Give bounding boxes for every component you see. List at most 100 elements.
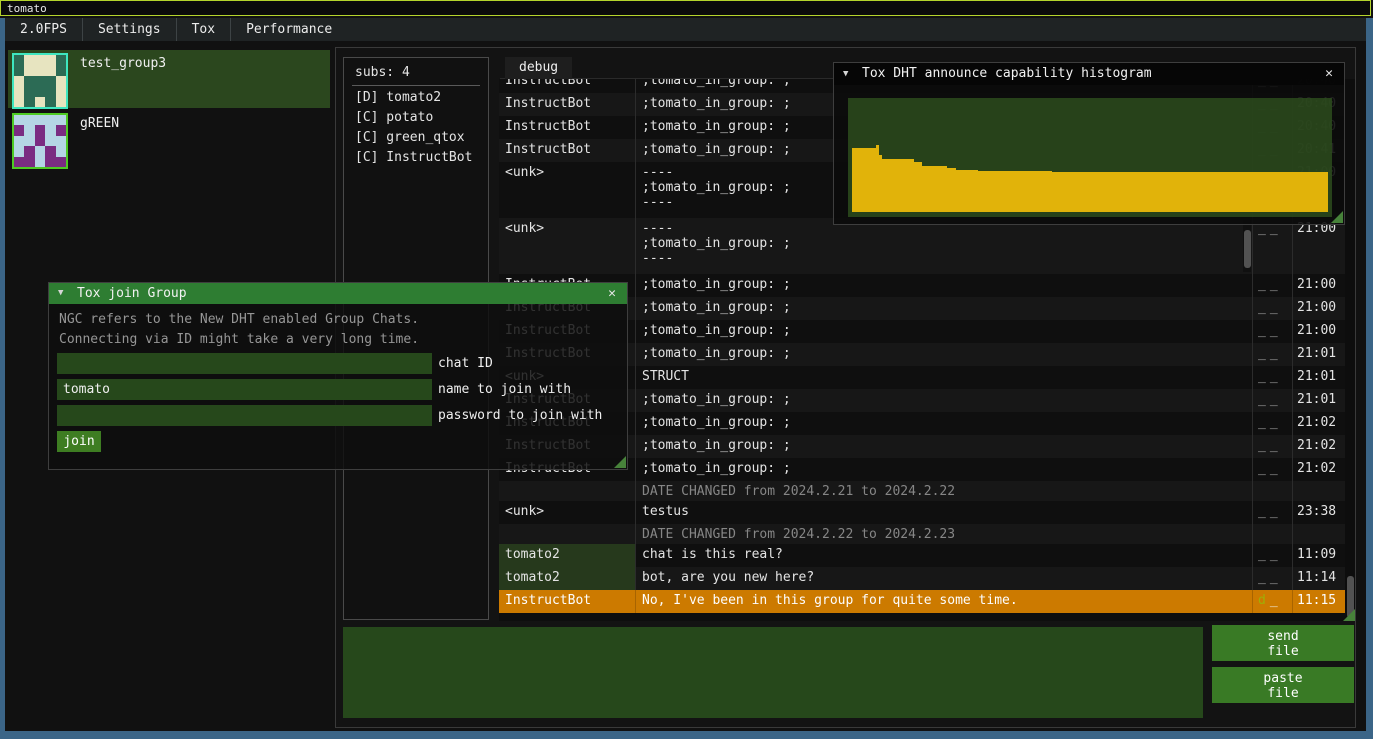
message-time: 11:14 (1292, 567, 1345, 590)
message-sender: tomato2 (499, 567, 635, 590)
message-status: __ (1252, 501, 1292, 524)
message-status: __ (1252, 389, 1292, 412)
subs-member[interactable]: [D] tomato2 (355, 90, 441, 105)
inner-scrollbar-thumb[interactable] (1244, 230, 1251, 268)
histogram-bin (1052, 172, 1328, 212)
message-sender: <unk> (499, 501, 635, 524)
join-password-input[interactable] (57, 405, 432, 426)
message-row[interactable]: <unk>----;tomato_in_group: ;----__21:00 (499, 218, 1345, 274)
date-changed-row[interactable]: DATE CHANGED from 2024.2.21 to 2024.2.22 (499, 481, 1345, 501)
message-status: __ (1252, 567, 1292, 590)
message-sender: tomato2 (499, 544, 635, 567)
message-sender: <unk> (499, 218, 635, 274)
message-status: __ (1252, 218, 1292, 274)
paste-file-button[interactable]: paste file (1212, 667, 1354, 703)
message-text: ;tomato_in_group: ; (635, 297, 1252, 320)
message-time: 23:38 (1292, 501, 1345, 524)
message-text: ;tomato_in_group: ; (635, 412, 1252, 435)
close-icon[interactable]: ✕ (1321, 63, 1337, 85)
subs-member[interactable]: [C] InstructBot (355, 150, 472, 165)
join-group-window[interactable]: ▼ Tox join Group ✕ NGC refers to the New… (48, 282, 628, 470)
group-name: gREEN (80, 116, 119, 131)
join-resize-grip[interactable] (614, 456, 626, 468)
inner-scrollbar-track[interactable] (1243, 220, 1251, 272)
message-row[interactable]: InstructBotNo, I've been in this group f… (499, 590, 1345, 613)
message-time: 21:00 (1292, 297, 1345, 320)
message-text: STRUCT (635, 366, 1252, 389)
histogram-bin (852, 148, 876, 212)
chat-id-input[interactable] (57, 353, 432, 374)
window-titlebar[interactable]: tomato (0, 0, 1371, 16)
message-text: ;tomato_in_group: ; (635, 389, 1252, 412)
message-time: 21:02 (1292, 458, 1345, 481)
histogram-window-titlebar[interactable]: ▼ Tox DHT announce capability histogram … (834, 63, 1344, 85)
collapse-arrow-icon[interactable]: ▼ (843, 63, 848, 85)
menu-item-tox[interactable]: Tox (177, 18, 231, 41)
join-window-title: Tox join Group (77, 283, 187, 304)
messages-resize-grip[interactable] (1343, 609, 1355, 621)
histogram-plot (848, 98, 1332, 217)
message-time: 21:01 (1292, 366, 1345, 389)
menu-item-2-0fps[interactable]: 2.0FPS (5, 18, 83, 41)
message-status: __ (1252, 297, 1292, 320)
message-time: 11:09 (1292, 544, 1345, 567)
message-status (1252, 524, 1292, 544)
group-avatar (12, 53, 68, 109)
frame-right (1366, 18, 1373, 739)
message-text: DATE CHANGED from 2024.2.21 to 2024.2.22 (635, 481, 1252, 501)
date-changed-row[interactable]: DATE CHANGED from 2024.2.22 to 2024.2.23 (499, 524, 1345, 544)
message-row[interactable]: <unk>testus__23:38 (499, 501, 1345, 524)
group-name: test_group3 (80, 56, 166, 71)
histogram-window[interactable]: ▼ Tox DHT announce capability histogram … (833, 62, 1345, 225)
join-name-label: name to join with (438, 382, 571, 397)
sidebar-group-gREEN[interactable]: gREEN (8, 110, 330, 168)
histogram-bin (1011, 171, 1051, 212)
message-sender: InstructBot (499, 93, 635, 116)
message-text: DATE CHANGED from 2024.2.22 to 2024.2.23 (635, 524, 1252, 544)
message-time: 21:01 (1292, 343, 1345, 366)
subs-member[interactable]: [C] green_qtox (355, 130, 465, 145)
histogram-bars (852, 98, 1328, 212)
collapse-arrow-icon[interactable]: ▼ (58, 283, 63, 304)
message-sender (499, 524, 635, 544)
message-status: __ (1252, 343, 1292, 366)
message-text: ;tomato_in_group: ; (635, 435, 1252, 458)
message-text: ----;tomato_in_group: ;---- (635, 218, 1252, 274)
send-file-button[interactable]: send file (1212, 625, 1354, 661)
message-text: ;tomato_in_group: ; (635, 458, 1252, 481)
close-icon[interactable]: ✕ (604, 283, 620, 304)
join-button[interactable]: join (57, 431, 101, 452)
app-window: tomato 2.0FPSSettingsToxPerformance test… (0, 0, 1373, 739)
join-desc-line1: NGC refers to the New DHT enabled Group … (59, 312, 419, 327)
message-text: ;tomato_in_group: ; (635, 343, 1252, 366)
message-status: __ (1252, 435, 1292, 458)
sidebar-group-test_group3[interactable]: test_group3 (8, 50, 330, 108)
message-row[interactable]: tomato2bot, are you new here?__11:14 (499, 567, 1345, 590)
histogram-bin (947, 168, 956, 212)
tab-debug[interactable]: debug (505, 57, 572, 79)
message-sender: InstructBot (499, 79, 635, 93)
chat-id-label: chat ID (438, 356, 493, 371)
message-status: __ (1252, 274, 1292, 297)
message-time: 21:00 (1292, 320, 1345, 343)
menu-item-settings[interactable]: Settings (83, 18, 177, 41)
histogram-window-title: Tox DHT announce capability histogram (862, 63, 1152, 85)
message-time: 11:15 (1292, 590, 1345, 613)
message-status: d_ (1252, 590, 1292, 613)
menu-item-performance[interactable]: Performance (231, 18, 347, 41)
message-time: 21:02 (1292, 412, 1345, 435)
message-status: __ (1252, 412, 1292, 435)
subs-member[interactable]: [C] potato (355, 110, 433, 125)
message-text: ;tomato_in_group: ; (635, 274, 1252, 297)
message-text: chat is this real? (635, 544, 1252, 567)
message-input[interactable] (343, 627, 1203, 718)
message-time: 21:00 (1292, 274, 1345, 297)
message-sender: InstructBot (499, 139, 635, 162)
join-name-input[interactable]: tomato (57, 379, 432, 400)
join-window-titlebar[interactable]: ▼ Tox join Group ✕ (49, 283, 627, 304)
frame-bottom (0, 731, 1373, 739)
histogram-resize-grip[interactable] (1331, 211, 1343, 223)
message-row[interactable]: tomato2chat is this real?__11:09 (499, 544, 1345, 567)
histogram-bin (978, 171, 1011, 212)
chat-scrollbar-track[interactable] (1345, 79, 1355, 621)
